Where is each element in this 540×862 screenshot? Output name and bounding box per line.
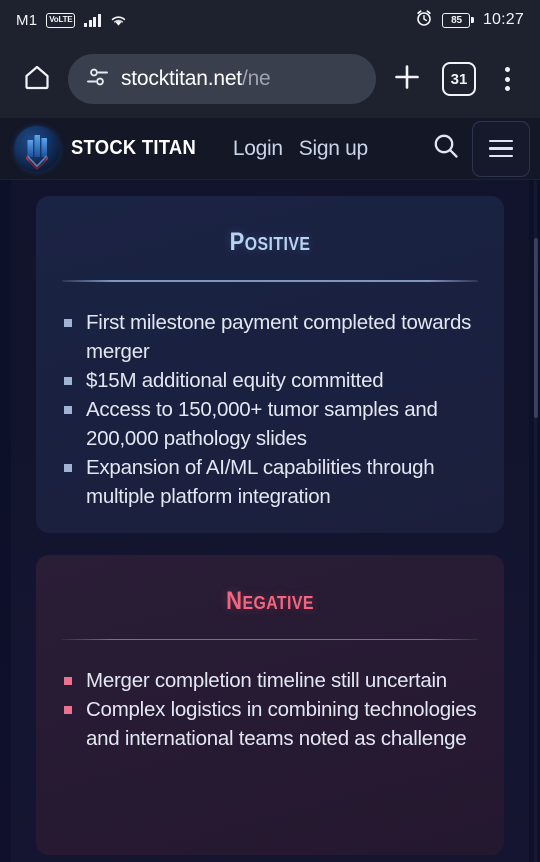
site-header: STOCK TITAN Login Sign up bbox=[0, 118, 540, 180]
negative-card: Negative Merger completion timeline stil… bbox=[36, 554, 504, 855]
status-bar-left: M1 VoLTE bbox=[16, 12, 415, 29]
stock-titan-logo-icon bbox=[14, 125, 60, 172]
new-tab-button[interactable] bbox=[384, 56, 430, 102]
list-item: Access to 150,000+ tumor samples and 200… bbox=[62, 395, 478, 453]
carrier-label: M1 bbox=[16, 11, 38, 29]
positive-card-title: Positive bbox=[229, 228, 311, 256]
more-vertical-icon-dot bbox=[504, 86, 510, 91]
list-item: $15M additional equity committed bbox=[62, 366, 478, 395]
browser-toolbar: stocktitan.net/ne 31 bbox=[0, 40, 540, 118]
more-vertical-icon-dot bbox=[504, 67, 510, 72]
url-path: /ne bbox=[241, 67, 271, 90]
negative-bullet-list: Merger completion timeline still uncerta… bbox=[62, 666, 478, 753]
web-page-viewport: STOCK TITAN Login Sign up Positive First… bbox=[0, 118, 540, 862]
home-button[interactable] bbox=[14, 56, 60, 102]
alarm-clock-icon bbox=[415, 9, 433, 32]
url-bar[interactable]: stocktitan.net/ne bbox=[68, 54, 376, 104]
brand-name: STOCK TITAN bbox=[71, 137, 197, 159]
home-icon bbox=[22, 62, 52, 97]
battery-indicator: 85 bbox=[442, 12, 474, 28]
list-item: First milestone payment completed toward… bbox=[62, 308, 478, 366]
tab-count-label: 31 bbox=[450, 70, 468, 88]
site-logo[interactable]: STOCK TITAN bbox=[14, 125, 207, 172]
search-button[interactable] bbox=[426, 129, 466, 169]
android-status-bar: M1 VoLTE 85 10:27 bbox=[0, 0, 540, 40]
page-settings-icon[interactable] bbox=[86, 66, 110, 93]
header-nav: Login Sign up bbox=[233, 137, 424, 161]
positive-card-divider bbox=[62, 280, 478, 282]
status-bar-right: 85 10:27 bbox=[415, 9, 524, 32]
volte-badge: VoLTE bbox=[46, 12, 76, 28]
hamburger-menu-button[interactable] bbox=[472, 120, 530, 177]
battery-cap bbox=[471, 17, 474, 23]
plus-icon bbox=[392, 62, 422, 97]
wifi-icon bbox=[110, 13, 127, 27]
battery-level-label: 85 bbox=[442, 12, 471, 28]
cellular-signal-icon bbox=[84, 13, 101, 27]
hamburger-menu-icon-line bbox=[489, 139, 513, 143]
page-scrollbar-thumb[interactable] bbox=[533, 238, 538, 418]
more-vertical-icon-dot bbox=[504, 76, 510, 82]
url-text: stocktitan.net/ne bbox=[121, 67, 271, 91]
url-domain: stocktitan.net bbox=[121, 67, 242, 90]
clock-label: 10:27 bbox=[482, 11, 524, 28]
negative-card-divider bbox=[62, 638, 478, 640]
list-item: Merger completion timeline still uncerta… bbox=[62, 666, 478, 695]
hamburger-menu-icon-line bbox=[489, 154, 513, 158]
positive-card: Positive First milestone payment complet… bbox=[36, 196, 504, 533]
list-item: Complex logistics in combining technolog… bbox=[62, 695, 478, 753]
hamburger-menu-icon-line bbox=[489, 147, 513, 150]
content-inner-panel: Positive First milestone payment complet… bbox=[11, 180, 529, 862]
signup-link[interactable]: Sign up bbox=[299, 137, 368, 161]
tab-switcher-button[interactable]: 31 bbox=[442, 62, 476, 96]
browser-menu-button[interactable] bbox=[488, 56, 526, 102]
search-icon bbox=[431, 131, 461, 166]
login-link[interactable]: Login bbox=[233, 137, 283, 161]
positive-bullet-list: First milestone payment completed toward… bbox=[62, 308, 478, 511]
list-item: Expansion of AI/ML capabilities through … bbox=[62, 453, 478, 511]
page-content: Positive First milestone payment complet… bbox=[0, 180, 540, 862]
negative-card-title: Negative bbox=[226, 586, 314, 615]
